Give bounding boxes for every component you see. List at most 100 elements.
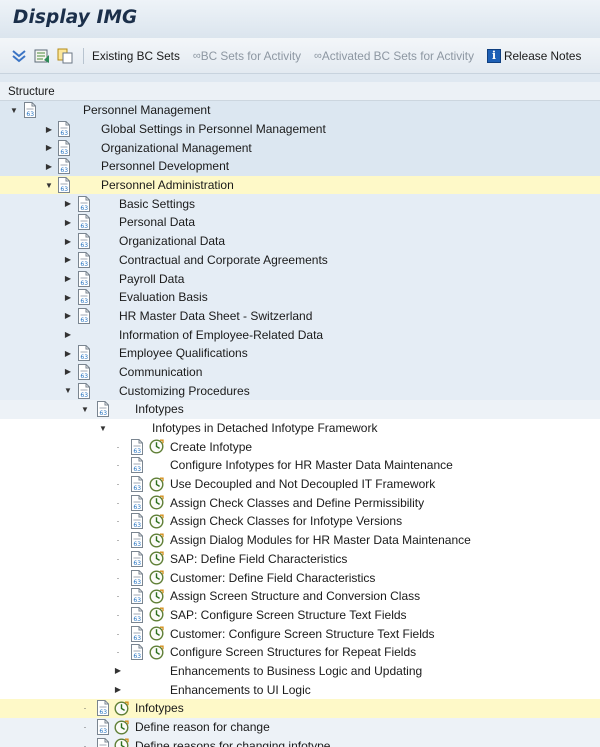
documentation-icon[interactable]: 63 — [76, 344, 92, 363]
expand-arrow-icon[interactable]: ▶ — [63, 325, 73, 344]
documentation-icon[interactable]: 63 — [56, 120, 72, 139]
tree-node[interactable]: · 63 Assign Dialog Modules for HR Master D… — [0, 530, 600, 550]
collapse-arrow-icon[interactable]: ▼ — [98, 419, 108, 438]
execute-activity-clock-icon[interactable] — [113, 736, 129, 747]
tree-node[interactable]: · 63 Use Decoupled and Not Decoupled IT Fr… — [0, 474, 600, 494]
tree-node[interactable]: ▼ 63 Infotypes — [0, 400, 600, 419]
collapse-arrow-icon[interactable]: ▼ — [63, 381, 73, 400]
tree-node[interactable]: · 63 SAP: Configure Screen Structure Text … — [0, 605, 600, 625]
tree-node[interactable]: ▶ 63 Communication — [0, 362, 600, 382]
documentation-icon[interactable]: 63 — [129, 624, 145, 643]
tree-node[interactable]: · 63 Define reasons for changing infotype — [0, 736, 600, 747]
tree-node[interactable]: · 63 Customer: Define Field Characteristic… — [0, 568, 600, 587]
collapse-arrow-icon[interactable]: ▼ — [9, 101, 19, 120]
documentation-icon[interactable]: 63 — [76, 213, 92, 232]
tree-node[interactable]: ▶ 63 Evaluation Basis — [0, 287, 600, 307]
expand-arrow-icon[interactable]: ▶ — [44, 138, 54, 157]
execute-activity-clock-icon[interactable] — [148, 587, 164, 606]
execute-activity-clock-icon[interactable] — [148, 475, 164, 494]
documentation-icon[interactable]: 63 — [129, 493, 145, 512]
documentation-icon[interactable]: 63 — [129, 456, 145, 475]
execute-activity-clock-icon[interactable] — [113, 718, 129, 737]
execute-activity-clock-icon[interactable] — [148, 643, 164, 662]
tree-node[interactable]: ▶ 63 Basic Settings — [0, 194, 600, 214]
documentation-icon[interactable]: 63 — [95, 736, 111, 747]
tree-node[interactable]: · 63 Configure Screen Structures for Repea… — [0, 642, 600, 662]
execute-activity-clock-icon[interactable] — [148, 606, 164, 625]
tree-node[interactable]: ▼ 63 Personnel Administration — [0, 175, 600, 195]
documentation-icon[interactable]: 63 — [56, 176, 72, 195]
tree-node[interactable]: · 63 SAP: Define Field Characteristics — [0, 549, 600, 569]
tree-node[interactable]: ▼ 63 Personnel Management — [0, 101, 600, 120]
documentation-icon[interactable]: 63 — [129, 568, 145, 587]
tree-node[interactable]: ▶ Enhancements to UI Logic — [0, 680, 600, 699]
tree-node[interactable]: ▶ 63 Organizational Data — [0, 231, 600, 251]
execute-activity-clock-icon[interactable] — [148, 550, 164, 569]
execute-activity-clock-icon[interactable] — [148, 437, 164, 456]
tree-node[interactable]: ▶ 63 Payroll Data — [0, 269, 600, 288]
documentation-icon[interactable]: 63 — [56, 138, 72, 157]
documentation-icon[interactable]: 63 — [76, 194, 92, 213]
copy-icon[interactable] — [57, 48, 73, 64]
expand-arrow-icon[interactable]: ▶ — [63, 232, 73, 251]
tree-node[interactable]: ▶ 63 Organizational Management — [0, 138, 600, 158]
expand-arrow-icon[interactable]: ▶ — [63, 363, 73, 382]
existing-bc-sets-button[interactable]: Existing BC Sets — [92, 49, 180, 63]
tree-node[interactable]: ▶ Information of Employee-Related Data — [0, 325, 600, 344]
tree-node[interactable]: ▶ Enhancements to Business Logic and Upda… — [0, 661, 600, 681]
documentation-icon[interactable]: 63 — [129, 643, 145, 662]
release-notes-button[interactable]: i Release Notes — [486, 48, 581, 63]
expand-arrow-icon[interactable]: ▶ — [63, 194, 73, 213]
documentation-icon[interactable]: 63 — [129, 606, 145, 625]
expand-arrow-icon[interactable]: ▶ — [44, 120, 54, 139]
expand-arrow-icon[interactable]: ▶ — [113, 680, 123, 699]
expand-arrow-icon[interactable]: ▶ — [63, 307, 73, 326]
execute-activity-clock-icon[interactable] — [148, 624, 164, 643]
documentation-icon[interactable]: 63 — [76, 251, 92, 270]
documentation-icon[interactable]: 63 — [76, 232, 92, 251]
tree-node[interactable]: · 63 Assign Check Classes for Infotype Ver… — [0, 512, 600, 531]
documentation-icon[interactable]: 63 — [129, 587, 145, 606]
bc-sets-for-activity-button[interactable]: ∞ BC Sets for Activity — [193, 49, 301, 63]
tree-node[interactable]: ▶ 63 Personnel Development — [0, 157, 600, 176]
documentation-icon[interactable]: 63 — [76, 288, 92, 307]
tree-node[interactable]: · 63 Customer: Configure Screen Structure … — [0, 624, 600, 643]
tree-node[interactable]: · 63 Assign Check Classes and Define Permi… — [0, 493, 600, 513]
documentation-icon[interactable]: 63 — [76, 363, 92, 382]
expand-arrow-icon[interactable]: ▶ — [63, 251, 73, 270]
tree-node[interactable]: · 63 Infotypes — [0, 699, 600, 718]
documentation-icon[interactable]: 63 — [56, 157, 72, 176]
documentation-icon[interactable]: 63 — [76, 269, 92, 288]
documentation-icon[interactable]: 63 — [129, 475, 145, 494]
expand-arrow-icon[interactable]: ▶ — [63, 213, 73, 232]
expand-arrow-icon[interactable]: ▶ — [113, 662, 123, 681]
execute-activity-clock-icon[interactable] — [148, 512, 164, 531]
tree-node[interactable]: ▶ 63 Global Settings in Personnel Manageme… — [0, 119, 600, 139]
tree-node[interactable]: ▼ Infotypes in Detached Infotype Framewor… — [0, 418, 600, 438]
tree-node[interactable]: ▶ 63 Contractual and Corporate Agreements — [0, 250, 600, 270]
activated-bc-sets-button[interactable]: ∞ Activated BC Sets for Activity — [314, 49, 474, 63]
execute-activity-clock-icon[interactable] — [148, 531, 164, 550]
collapse-arrow-icon[interactable]: ▼ — [80, 400, 90, 419]
documentation-icon[interactable]: 63 — [76, 381, 92, 400]
documentation-icon[interactable]: 63 — [95, 400, 111, 419]
documentation-icon[interactable]: 63 — [129, 437, 145, 456]
documentation-icon[interactable]: 63 — [129, 550, 145, 569]
expand-arrow-icon[interactable]: ▶ — [63, 344, 73, 363]
tree-node[interactable]: ▶ 63 Employee Qualifications — [0, 343, 600, 363]
tree-node[interactable]: · 63 Assign Screen Structure and Conversio… — [0, 586, 600, 606]
expand-subtree-icon[interactable] — [11, 48, 27, 64]
tree-node[interactable]: · 63 Create Infotype — [0, 437, 600, 457]
documentation-icon[interactable]: 63 — [95, 699, 111, 718]
execute-activity-clock-icon[interactable] — [148, 493, 164, 512]
tree-node[interactable]: ▶ 63 HR Master Data Sheet - Switzerland — [0, 306, 600, 326]
expand-arrow-icon[interactable]: ▶ — [44, 157, 54, 176]
execute-activity-clock-icon[interactable] — [148, 568, 164, 587]
tree-node[interactable]: ▶ 63 Personal Data — [0, 213, 600, 232]
tree-node[interactable]: · 63 Configure Infotypes for HR Master Dat… — [0, 456, 600, 475]
expand-arrow-icon[interactable]: ▶ — [63, 269, 73, 288]
documentation-icon[interactable]: 63 — [129, 512, 145, 531]
expand-arrow-icon[interactable]: ▶ — [63, 288, 73, 307]
documentation-icon[interactable]: 63 — [76, 307, 92, 326]
collapse-arrow-icon[interactable]: ▼ — [44, 176, 54, 195]
